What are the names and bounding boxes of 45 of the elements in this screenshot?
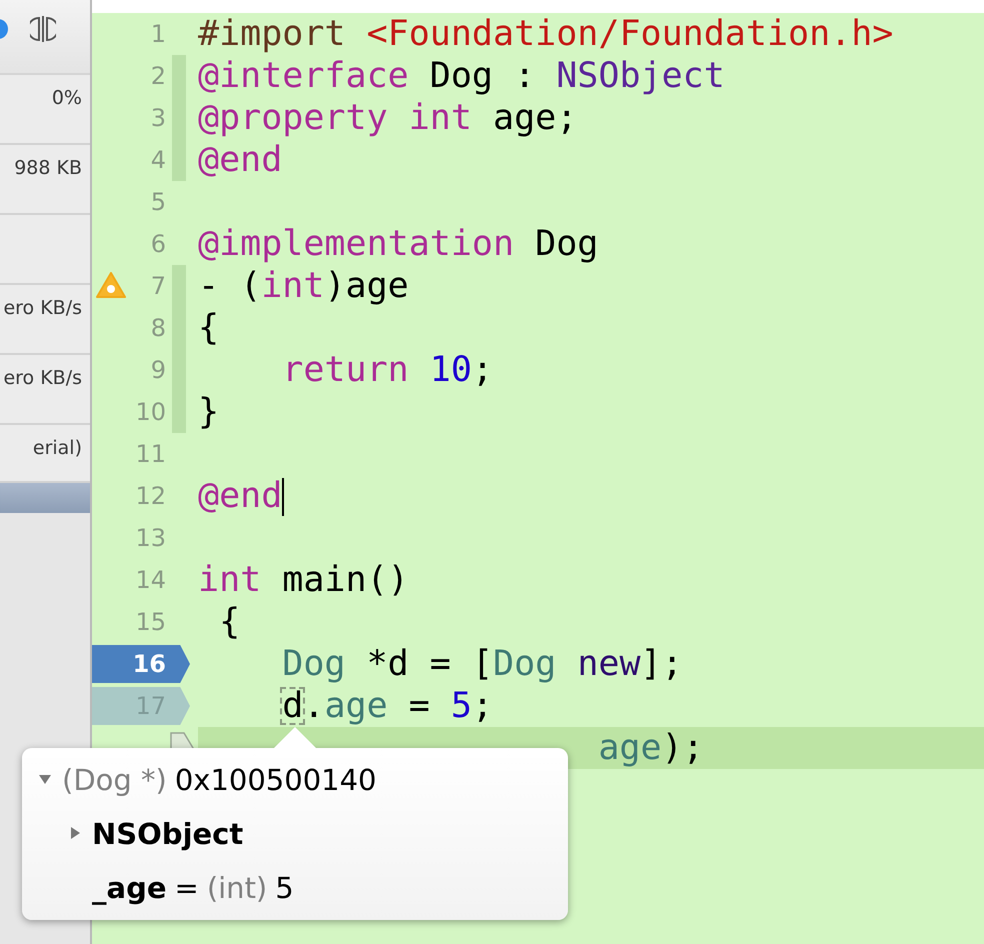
code-line: return 10; <box>281 349 494 391</box>
code-line: @implementation Dog <box>198 223 600 265</box>
sidebar-row[interactable]: 0% <box>0 75 90 145</box>
line-number: 3 <box>150 103 167 134</box>
gauge-value: ero KB/s <box>3 367 82 389</box>
code-line: { <box>218 601 242 643</box>
line-number: 9 <box>150 355 167 386</box>
line-number: 8 <box>150 313 167 344</box>
member-value: 5 <box>275 871 294 905</box>
breakpoint-marker[interactable]: 16 <box>92 645 190 683</box>
line-number: 1 <box>150 19 167 50</box>
line-number: 15 <box>134 607 167 638</box>
code-line: #import <Foundation/Foundation.h> <box>198 13 894 55</box>
line-number: 10 <box>134 397 167 428</box>
code-line: - (int)age <box>198 265 410 307</box>
member-type: (int) <box>206 871 268 905</box>
sidebar-row[interactable]: ero KB/s <box>0 285 90 355</box>
equals-sign: = <box>174 871 199 905</box>
line-number: 5 <box>150 187 167 218</box>
superclass-name: NSObject <box>92 817 244 851</box>
code-line: @interface Dog : NSObject <box>198 55 726 97</box>
sidebar-row[interactable]: 988 KB <box>0 145 90 215</box>
code-line: } <box>198 391 220 433</box>
code-line: @end <box>198 139 284 181</box>
code-line: int main() <box>198 559 410 601</box>
line-number: 14 <box>134 565 167 596</box>
member-name: _age <box>92 871 166 905</box>
code-line: d.age = 5; <box>281 685 494 727</box>
variable-type: (Dog *) <box>62 763 167 797</box>
gauge-value: 0% <box>52 87 82 109</box>
code-line: { <box>198 307 220 349</box>
line-number: 7 <box>150 271 167 302</box>
code-line: Dog *d = [Dog new]; <box>281 643 684 685</box>
code-line: @property int age; <box>198 97 578 139</box>
code-line: @end <box>198 475 286 517</box>
gauge-value: erial) <box>32 437 82 459</box>
line-number: 12 <box>134 481 167 512</box>
gauge-value: ero KB/s <box>3 297 82 319</box>
line-number: 2 <box>150 61 167 92</box>
line-number: 11 <box>134 439 167 470</box>
line-number: 13 <box>134 523 167 554</box>
sidebar-row[interactable]: ero KB/s <box>0 355 90 425</box>
line-number: 4 <box>150 145 167 176</box>
line-number: 6 <box>150 229 167 260</box>
gauge-value: 988 KB <box>14 157 82 179</box>
